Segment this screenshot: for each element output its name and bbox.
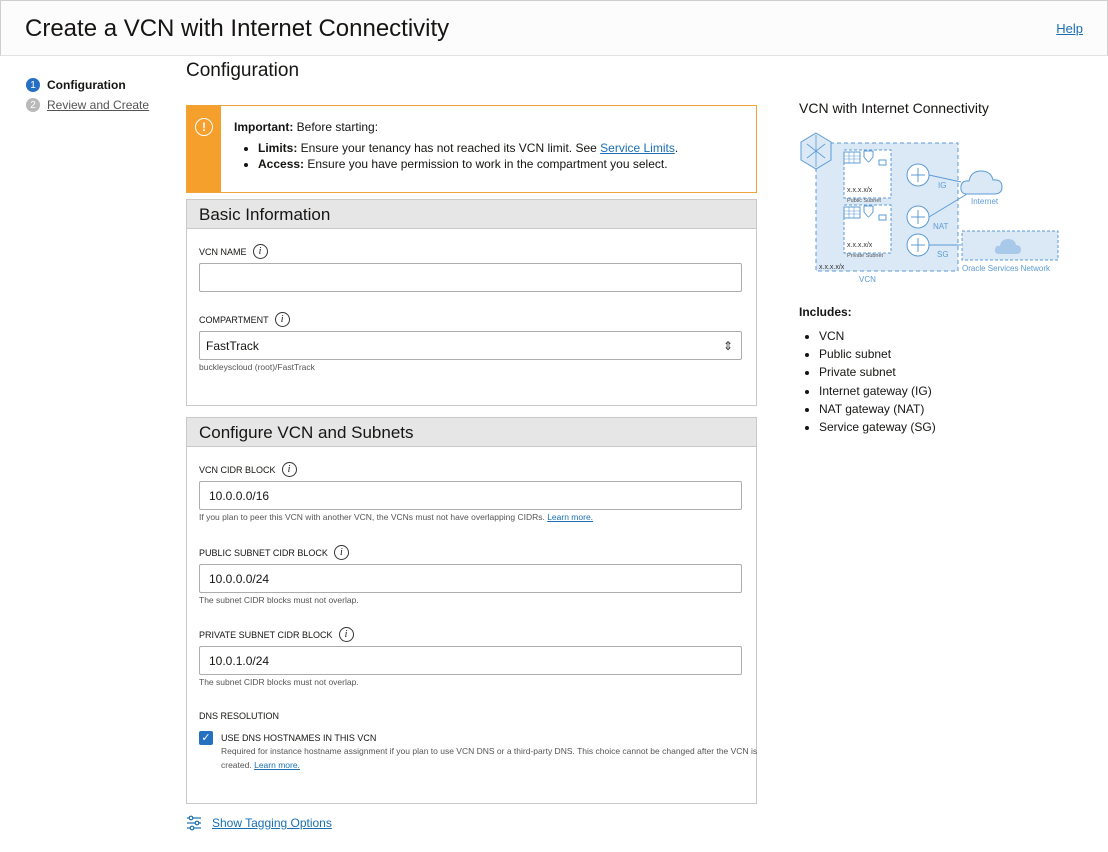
access-text: Ensure you have permission to work in th…	[304, 157, 668, 171]
compartment-select[interactable]: FastTrack ⇕	[199, 331, 742, 360]
info-icon[interactable]: i	[252, 244, 268, 259]
label-text: VCN CIDR BLOCK	[199, 464, 276, 475]
access-bold: Access:	[258, 157, 305, 171]
list-item: NAT gateway (NAT)	[819, 400, 936, 418]
service-limits-link[interactable]: Service Limits	[600, 141, 675, 155]
compartment-label: COMPARTMENT i	[199, 312, 290, 327]
info-icon[interactable]: i	[338, 627, 354, 642]
compartment-path: buckleyscloud (root)/FastTrack	[199, 362, 315, 372]
info-icon[interactable]: i	[281, 462, 297, 477]
vcn-cidr-input[interactable]: 10.0.0.0/16	[199, 481, 742, 510]
vcn-label: VCN	[859, 275, 876, 284]
configure-vcn-panel: Configure VCN and Subnets VCN CIDR BLOCK…	[186, 417, 757, 804]
private-subnet-hint: The subnet CIDR blocks must not overlap.	[199, 677, 359, 687]
internet-cloud-icon	[960, 170, 1003, 195]
list-item: Public subnet	[819, 345, 936, 363]
nat-label: NAT	[933, 222, 949, 231]
public-cidr-tag: x.x.x.x/x	[847, 187, 873, 194]
step-label: Configuration	[47, 78, 126, 92]
vcn-cidr-tag: x.x.x.x/x	[819, 264, 845, 271]
dns-resolution-label: DNS RESOLUTION	[199, 711, 280, 721]
includes-title: Includes:	[799, 305, 852, 319]
step-label: Review and Create	[47, 98, 150, 112]
hint-text: Required for instance hostname assignmen…	[221, 746, 758, 770]
panel-heading: Configure VCN and Subnets	[187, 418, 756, 447]
lock-icon	[878, 214, 887, 221]
list-item: Private subnet	[819, 363, 936, 381]
step-review-and-create[interactable]: 2 Review and Create	[26, 95, 149, 115]
list-item: Service gateway (SG)	[819, 418, 936, 436]
chevron-updown-icon: ⇕	[722, 339, 733, 353]
page-header: Create a VCN with Internet Connectivity …	[0, 0, 1108, 56]
private-cidr-tag: x.x.x.x/x	[847, 242, 873, 249]
vcn-name-label: VCN NAME i	[199, 244, 268, 259]
label-text: COMPARTMENT	[199, 314, 269, 325]
includes-list: VCN Public subnet Private subnet Interne…	[799, 327, 936, 436]
vcn-name-input[interactable]	[199, 263, 742, 292]
private-subnet-input[interactable]: 10.0.1.0/24	[199, 646, 742, 675]
wizard-steps: 1 Configuration 2 Review and Create	[26, 75, 149, 115]
public-subnet-hint: The subnet CIDR blocks must not overlap.	[199, 595, 359, 605]
dns-hostnames-checkbox[interactable]: ✓	[199, 731, 213, 745]
list-item: Internet gateway (IG)	[819, 382, 936, 400]
step-number: 2	[26, 98, 40, 112]
alert-lead-bold: Important:	[234, 120, 294, 134]
limits-bold: Limits:	[258, 141, 298, 155]
help-link[interactable]: Help	[1056, 21, 1083, 36]
vcn-cidr-hint: If you plan to peer this VCN with anothe…	[199, 512, 593, 522]
public-subnet-label: PUBLIC SUBNET CIDR BLOCK i	[199, 545, 349, 560]
label-text: VCN NAME	[199, 246, 247, 257]
alert-limits-item: Limits: Ensure your tenancy has not reac…	[258, 140, 678, 156]
learn-more-link[interactable]: Learn more.	[547, 512, 593, 522]
info-icon[interactable]: i	[333, 545, 349, 560]
tagging-link: Show Tagging Options	[212, 816, 332, 830]
info-icon[interactable]: i	[274, 312, 290, 327]
sg-label: SG	[937, 250, 949, 259]
panel-heading: Basic Information	[187, 200, 756, 229]
internet-label: Internet	[971, 197, 999, 206]
ig-label: IG	[938, 181, 946, 190]
public-subnet-label: Public Subnet	[847, 198, 881, 204]
alert-access-item: Access: Ensure you have permission to wo…	[258, 156, 678, 172]
diagram-title: VCN with Internet Connectivity	[799, 100, 989, 116]
learn-more-link[interactable]: Learn more.	[254, 760, 300, 770]
page-title: Create a VCN with Internet Connectivity	[25, 15, 450, 42]
osn-label: Oracle Services Network	[962, 264, 1051, 273]
alert-lead-text: Before starting:	[293, 120, 379, 134]
private-subnet-label: Private Subnet	[847, 253, 884, 259]
public-subnet-input[interactable]: 10.0.0.0/24	[199, 564, 742, 593]
dns-checkbox-label[interactable]: USE DNS HOSTNAMES IN THIS VCN	[221, 733, 376, 743]
lock-icon	[878, 159, 887, 166]
alert-bar: !	[187, 106, 221, 192]
label-text: PUBLIC SUBNET CIDR BLOCK	[199, 547, 328, 558]
alert-content: Important: Before starting: Limits: Ensu…	[234, 119, 678, 172]
private-subnet-label: PRIVATE SUBNET CIDR BLOCK i	[199, 627, 354, 642]
warning-icon: !	[195, 118, 213, 136]
dns-hint: Required for instance hostname assignmen…	[221, 745, 766, 772]
step-configuration[interactable]: 1 Configuration	[26, 75, 149, 95]
hint-text: If you plan to peer this VCN with anothe…	[199, 512, 545, 522]
compartment-value: FastTrack	[206, 339, 259, 353]
vcn-cidr-label: VCN CIDR BLOCK i	[199, 462, 297, 477]
important-alert: ! Important: Before starting: Limits: En…	[186, 105, 757, 193]
show-tagging-options[interactable]: Show Tagging Options	[186, 815, 332, 831]
step-number: 1	[26, 78, 40, 92]
label-text: PRIVATE SUBNET CIDR BLOCK	[199, 629, 333, 640]
limits-text: Ensure your tenancy has not reached its …	[297, 141, 601, 155]
basic-information-panel: Basic Information VCN NAME i COMPARTMENT i…	[186, 199, 757, 406]
list-item: VCN	[819, 327, 936, 345]
sliders-icon	[187, 815, 201, 831]
section-title: Configuration	[186, 60, 300, 81]
limits-end: .	[674, 141, 679, 155]
vcn-diagram: x.x.x.x/x VCN x.x.x.x/x Public Subnet x.…	[800, 132, 1059, 284]
